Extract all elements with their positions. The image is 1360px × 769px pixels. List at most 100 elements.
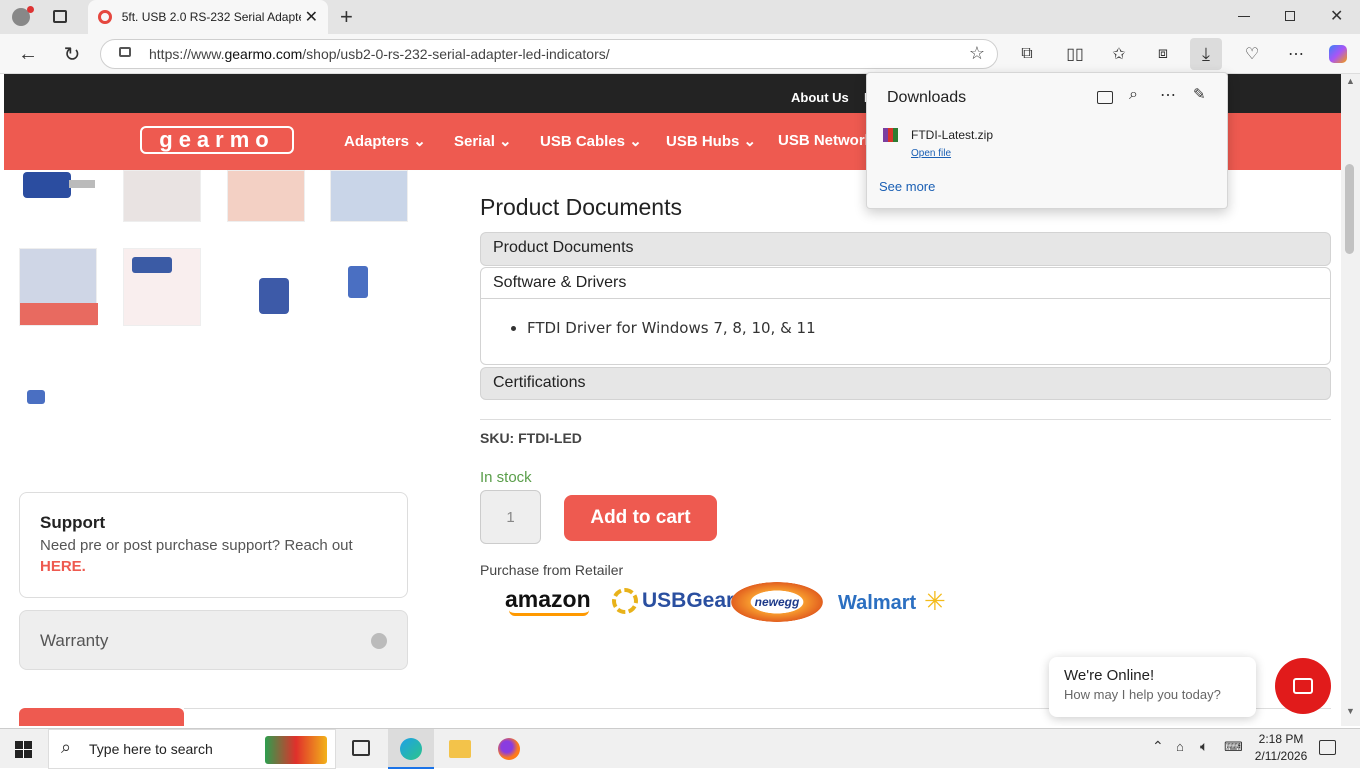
gallery-thumb[interactable] bbox=[123, 248, 201, 326]
accordion-software-drivers[interactable]: Software & Drivers FTDI Driver for Windo… bbox=[480, 267, 1331, 365]
usbgear-logo[interactable]: USBGear bbox=[642, 589, 734, 613]
open-folder-icon[interactable] bbox=[1097, 91, 1113, 104]
windows-start-icon[interactable] bbox=[15, 741, 32, 758]
support-link[interactable]: HERE. bbox=[40, 558, 387, 575]
chat-subtitle: How may I help you today? bbox=[1064, 687, 1221, 702]
task-view-icon[interactable] bbox=[352, 740, 370, 756]
chat-icon bbox=[1293, 678, 1313, 694]
more-options-icon[interactable]: ⋯ bbox=[1160, 85, 1176, 105]
usbgear-icon bbox=[612, 588, 638, 614]
address-toolbar: ← ↻ https://www. gearmo.com/shop/usb2-0-r… bbox=[0, 34, 1360, 74]
taskbar-search[interactable]: ⌕ Type here to search bbox=[48, 729, 336, 769]
chat-launcher-button[interactable] bbox=[1275, 658, 1331, 714]
url-prefix: https://www. bbox=[149, 46, 225, 62]
site-favicon-icon bbox=[98, 10, 112, 24]
close-window-icon[interactable]: ✕ bbox=[1330, 6, 1343, 26]
nav-usb-cables[interactable]: USB Cables ⌄ bbox=[540, 132, 642, 150]
quantity-input[interactable]: 1 bbox=[480, 490, 541, 544]
stock-status: In stock bbox=[480, 469, 532, 486]
warranty-accordion[interactable]: Warranty bbox=[19, 610, 408, 670]
copilot-icon[interactable] bbox=[1322, 38, 1354, 70]
firefox-icon[interactable] bbox=[498, 738, 520, 760]
accordion-product-documents[interactable]: Product Documents bbox=[480, 232, 1331, 266]
profile-badge bbox=[27, 6, 34, 13]
sku: SKU: FTDI-LED bbox=[480, 430, 582, 446]
newegg-text: newegg bbox=[754, 595, 800, 609]
back-icon[interactable]: ← bbox=[12, 38, 44, 70]
settings-more-icon[interactable]: ⋯ bbox=[1280, 38, 1312, 70]
taskbar: ⌕ Type here to search ⌃ ⌂ 🔈︎ ⌨ 2:18 PM 2… bbox=[0, 728, 1360, 769]
tray-chevron-icon[interactable]: ⌃ bbox=[1152, 738, 1164, 755]
nav-serial[interactable]: Serial ⌄ bbox=[454, 132, 512, 150]
search-icon[interactable]: ⌕ bbox=[1129, 86, 1138, 104]
expand-icon bbox=[371, 633, 387, 649]
gallery-thumb[interactable] bbox=[19, 354, 97, 432]
new-tab-icon[interactable]: + bbox=[340, 4, 353, 30]
newegg-logo[interactable]: newegg bbox=[731, 582, 823, 622]
favorites-icon[interactable]: ✩ bbox=[1103, 38, 1135, 70]
walmart-logo[interactable]: Walmart bbox=[838, 592, 916, 615]
active-tab[interactable]: 5ft. USB 2.0 RS-232 Serial Adapter ✕ bbox=[88, 0, 328, 34]
volume-icon[interactable]: 🔈︎ bbox=[1200, 738, 1208, 755]
gallery-thumb[interactable] bbox=[123, 170, 201, 222]
bottom-tab-active[interactable] bbox=[19, 708, 184, 726]
scroll-down-icon[interactable]: ▼ bbox=[1346, 706, 1355, 716]
nav-adapters[interactable]: Adapters ⌄ bbox=[344, 132, 426, 150]
lock-icon bbox=[119, 47, 131, 57]
gallery-thumb[interactable] bbox=[227, 170, 305, 222]
gallery-thumb[interactable] bbox=[330, 248, 408, 326]
downloads-title: Downloads bbox=[887, 89, 967, 106]
url-bar[interactable]: https://www. gearmo.com/shop/usb2-0-rs-23… bbox=[100, 39, 998, 69]
sku-value: FTDI-LED bbox=[518, 430, 582, 446]
accordion-certifications[interactable]: Certifications bbox=[480, 367, 1331, 400]
downloads-icon[interactable]: ⤓ bbox=[1190, 38, 1222, 70]
tab-close-icon[interactable]: ✕ bbox=[305, 7, 318, 27]
chat-bubble[interactable]: We're Online! How may I help you today? bbox=[1049, 657, 1256, 717]
file-explorer-icon[interactable] bbox=[449, 740, 471, 758]
quantity-value: 1 bbox=[506, 508, 515, 526]
logo-text: gearmo bbox=[159, 127, 275, 152]
gallery-thumb[interactable] bbox=[19, 248, 98, 326]
tab-title: 5ft. USB 2.0 RS-232 Serial Adapter bbox=[121, 10, 301, 24]
gallery-thumb[interactable] bbox=[19, 170, 97, 220]
add-to-cart-button[interactable]: Add to cart bbox=[564, 495, 717, 541]
gallery-thumb[interactable] bbox=[227, 248, 305, 326]
gallery-thumb[interactable] bbox=[330, 170, 408, 222]
scroll-thumb[interactable] bbox=[1345, 164, 1354, 254]
favorite-star-icon[interactable]: ☆ bbox=[969, 43, 985, 64]
nav-usb-network[interactable]: USB Network bbox=[778, 132, 873, 149]
support-box: Support Need pre or post purchase suppor… bbox=[19, 492, 408, 598]
search-placeholder: Type here to search bbox=[89, 741, 213, 757]
tab-actions-icon[interactable] bbox=[53, 10, 67, 23]
collections-icon[interactable]: ⧈ bbox=[1147, 38, 1179, 70]
ime-icon[interactable]: ⌨ bbox=[1224, 739, 1243, 755]
amazon-smile-icon bbox=[509, 610, 589, 616]
notifications-icon[interactable] bbox=[1319, 740, 1336, 755]
refresh-icon[interactable]: ↻ bbox=[56, 38, 88, 70]
restore-icon[interactable] bbox=[1285, 11, 1295, 21]
support-title: Support bbox=[40, 513, 106, 532]
performance-icon[interactable]: ♡ bbox=[1236, 38, 1268, 70]
nav-usb-hubs[interactable]: USB Hubs ⌄ bbox=[666, 132, 756, 150]
clock-time[interactable]: 2:18 PM bbox=[1253, 732, 1309, 746]
accordion-label: Certifications bbox=[493, 374, 586, 391]
page-scrollbar[interactable]: ▲ ▼ bbox=[1341, 74, 1360, 726]
minimize-icon[interactable] bbox=[1238, 16, 1250, 17]
see-more-link[interactable]: See more bbox=[879, 179, 935, 194]
edge-taskbar-icon[interactable] bbox=[388, 729, 434, 769]
pin-icon[interactable]: ✎ bbox=[1193, 85, 1206, 103]
divider bbox=[480, 419, 1331, 420]
extensions-icon[interactable]: ⧉ bbox=[1011, 38, 1043, 70]
amazon-logo[interactable]: amazon bbox=[505, 586, 591, 613]
network-icon[interactable]: ⌂ bbox=[1176, 739, 1184, 754]
open-file-link[interactable]: Open file bbox=[911, 148, 951, 159]
about-us-link[interactable]: About Us bbox=[791, 90, 849, 105]
search-icon: ⌕ bbox=[61, 737, 72, 757]
driver-link[interactable]: FTDI Driver for Windows 7, 8, 10, & 11 bbox=[527, 319, 1330, 337]
split-screen-icon[interactable]: ▯▯ bbox=[1059, 38, 1091, 70]
scroll-up-icon[interactable]: ▲ bbox=[1346, 76, 1355, 86]
clock-date[interactable]: 2/11/2026 bbox=[1249, 749, 1313, 763]
site-logo[interactable]: gearmo bbox=[140, 126, 294, 154]
download-filename[interactable]: FTDI-Latest.zip bbox=[911, 128, 993, 142]
zip-file-icon bbox=[883, 128, 898, 142]
